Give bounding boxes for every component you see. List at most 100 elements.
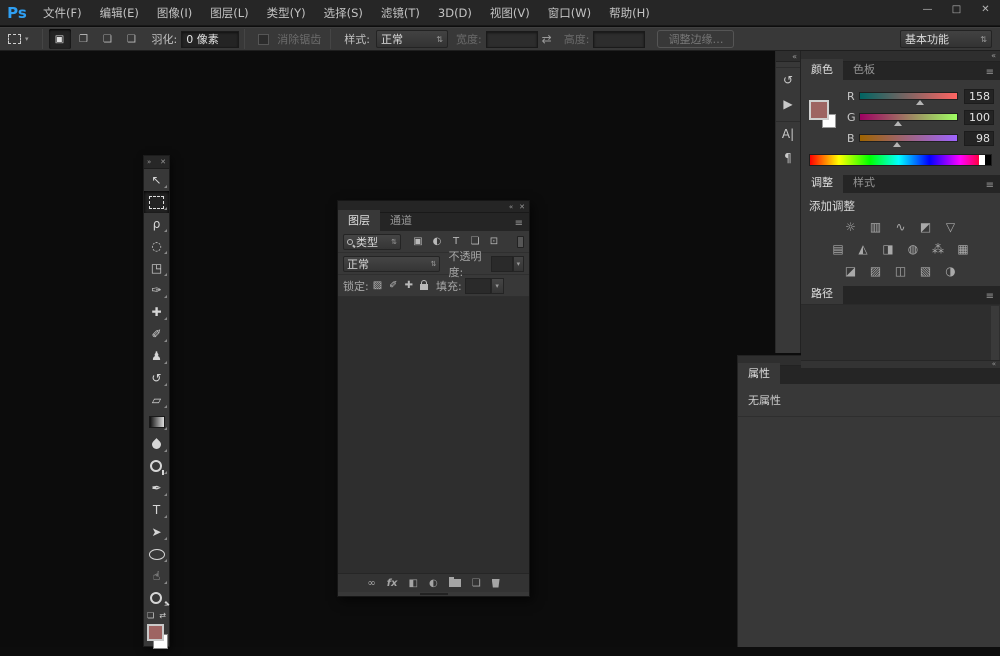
posterize-icon[interactable]: ▨ xyxy=(867,263,885,279)
paths-list[interactable] xyxy=(801,304,1000,360)
delete-layer-icon[interactable] xyxy=(492,579,500,588)
antialias-checkbox[interactable] xyxy=(258,34,269,45)
close-icon[interactable]: ✕ xyxy=(519,203,525,211)
color-spectrum-ramp[interactable] xyxy=(809,154,992,166)
menu-type[interactable]: 类型(Y) xyxy=(258,0,315,26)
menu-help[interactable]: 帮助(H) xyxy=(600,0,659,26)
menu-file[interactable]: 文件(F) xyxy=(34,0,91,26)
width-input[interactable] xyxy=(486,31,538,48)
actions-panel-icon[interactable]: ▶ xyxy=(776,92,800,116)
menu-3d[interactable]: 3D(D) xyxy=(429,0,481,26)
paragraph-panel-icon[interactable]: ¶ xyxy=(776,146,800,170)
tools-panel-header[interactable]: » ✕ xyxy=(144,156,169,169)
brightness-contrast-icon[interactable]: ☼ xyxy=(842,219,860,235)
collapse-icon[interactable]: « xyxy=(509,203,513,211)
photo-filter-icon[interactable]: ◍ xyxy=(904,241,922,257)
close-button[interactable]: ✕ xyxy=(971,0,1000,19)
hue-saturation-icon[interactable]: ▤ xyxy=(829,241,847,257)
menu-select[interactable]: 选择(S) xyxy=(315,0,372,26)
blue-slider-thumb[interactable] xyxy=(893,142,901,147)
blue-slider[interactable] xyxy=(859,132,958,146)
filter-adjustment-layers-icon[interactable]: ◐ xyxy=(430,236,444,247)
dock-collapse-icon[interactable]: « xyxy=(776,51,800,62)
menu-edit[interactable]: 编辑(E) xyxy=(91,0,148,26)
blend-mode-select[interactable]: 正常 ⇅ xyxy=(343,256,440,272)
menu-image[interactable]: 图像(I) xyxy=(148,0,201,26)
maximize-button[interactable]: □ xyxy=(942,0,971,19)
tab-color[interactable]: 颜色 xyxy=(801,59,843,80)
tab-channels[interactable]: 通道 xyxy=(380,210,422,231)
red-slider-thumb[interactable] xyxy=(916,100,924,105)
intersect-selection-button[interactable]: ❑ xyxy=(121,29,143,49)
tab-layers[interactable]: 图层 xyxy=(338,210,380,231)
minimize-button[interactable]: — xyxy=(913,0,942,19)
menu-window[interactable]: 窗口(W) xyxy=(539,0,600,26)
clone-stamp-tool[interactable]: ♟ xyxy=(144,345,169,367)
tab-paths[interactable]: 路径 xyxy=(801,283,843,304)
foreground-color-swatch[interactable] xyxy=(809,100,829,120)
filter-toggle[interactable] xyxy=(517,236,524,248)
height-input[interactable] xyxy=(593,31,645,48)
dodge-tool[interactable] xyxy=(144,455,169,477)
tab-swatches[interactable]: 色板 xyxy=(843,59,885,80)
foreground-color-swatch[interactable] xyxy=(147,624,164,641)
feather-input[interactable]: 0 像素 xyxy=(181,31,239,48)
black-white-icon[interactable]: ◨ xyxy=(879,241,897,257)
exposure-icon[interactable]: ◩ xyxy=(917,219,935,235)
new-layer-icon[interactable]: ❏ xyxy=(472,578,481,589)
lock-all-icon[interactable] xyxy=(420,284,428,290)
pen-tool[interactable]: ✒ xyxy=(144,477,169,499)
history-panel-icon[interactable]: ↺ xyxy=(776,68,800,92)
panel-menu-icon[interactable]: ≡ xyxy=(980,180,1000,193)
lock-position-icon[interactable]: ✚ xyxy=(405,280,413,291)
filter-type-select[interactable]: 类型 ⇅ xyxy=(343,234,401,250)
fill-input[interactable] xyxy=(465,278,491,294)
red-value-input[interactable]: 158 xyxy=(964,89,994,104)
adjustment-layer-icon[interactable]: ◐ xyxy=(429,578,438,589)
workspace-select[interactable]: 基本功能 ⇅ xyxy=(900,30,992,48)
vibrance-icon[interactable]: ▽ xyxy=(942,219,960,235)
filter-type-layers-icon[interactable]: T xyxy=(449,236,463,247)
blue-value-input[interactable]: 98 xyxy=(964,131,994,146)
menu-view[interactable]: 视图(V) xyxy=(481,0,539,26)
opacity-input[interactable] xyxy=(491,256,513,272)
quick-selection-tool[interactable]: ◌ xyxy=(144,235,169,257)
lock-image-pixels-icon[interactable]: ✐ xyxy=(389,280,397,291)
close-icon[interactable]: ✕ xyxy=(160,158,166,166)
resize-handle[interactable] xyxy=(338,592,529,596)
green-slider-thumb[interactable] xyxy=(894,121,902,126)
history-brush-tool[interactable]: ↺ xyxy=(144,367,169,389)
scrollbar[interactable] xyxy=(991,306,999,360)
gradient-map-icon[interactable]: ▧ xyxy=(917,263,935,279)
move-tool[interactable]: ↖ xyxy=(144,169,169,191)
zoom-tool[interactable] xyxy=(144,587,169,609)
channel-mixer-icon[interactable]: ⁂ xyxy=(929,241,947,257)
hand-tool[interactable]: ☝ xyxy=(144,565,169,587)
path-selection-tool[interactable]: ➤ xyxy=(144,521,169,543)
levels-icon[interactable]: ▥ xyxy=(867,219,885,235)
brush-tool[interactable]: ✐ xyxy=(144,323,169,345)
menu-layer[interactable]: 图层(L) xyxy=(201,0,257,26)
menu-filter[interactable]: 滤镜(T) xyxy=(372,0,429,26)
panel-menu-icon[interactable]: ≡ xyxy=(980,291,1000,304)
fill-drop-icon[interactable]: ▾ xyxy=(491,278,504,294)
collapse-icon[interactable]: » xyxy=(147,158,151,166)
link-layers-icon[interactable]: ∞ xyxy=(367,578,375,589)
black-swatch[interactable] xyxy=(985,155,991,165)
lock-transparent-pixels-icon[interactable]: ▨ xyxy=(373,280,382,291)
crop-tool[interactable]: ◳ xyxy=(144,257,169,279)
color-balance-icon[interactable]: ◭ xyxy=(854,241,872,257)
refine-edge-button[interactable]: 调整边缘… xyxy=(657,30,734,48)
blur-tool[interactable] xyxy=(144,433,169,455)
curves-icon[interactable]: ∿ xyxy=(892,219,910,235)
spot-healing-brush-tool[interactable]: ✚ xyxy=(144,301,169,323)
invert-icon[interactable]: ◪ xyxy=(842,263,860,279)
green-value-input[interactable]: 100 xyxy=(964,110,994,125)
layer-mask-icon[interactable]: ◧ xyxy=(409,578,418,589)
panel-menu-icon[interactable]: ≡ xyxy=(980,67,1000,80)
tab-styles[interactable]: 样式 xyxy=(843,172,885,193)
tab-properties[interactable]: 属性 xyxy=(738,363,780,384)
panel-menu-icon[interactable]: ≡ xyxy=(509,218,529,231)
eraser-tool[interactable]: ▱ xyxy=(144,389,169,411)
tool-preset-picker[interactable]: ▾ xyxy=(0,34,37,44)
